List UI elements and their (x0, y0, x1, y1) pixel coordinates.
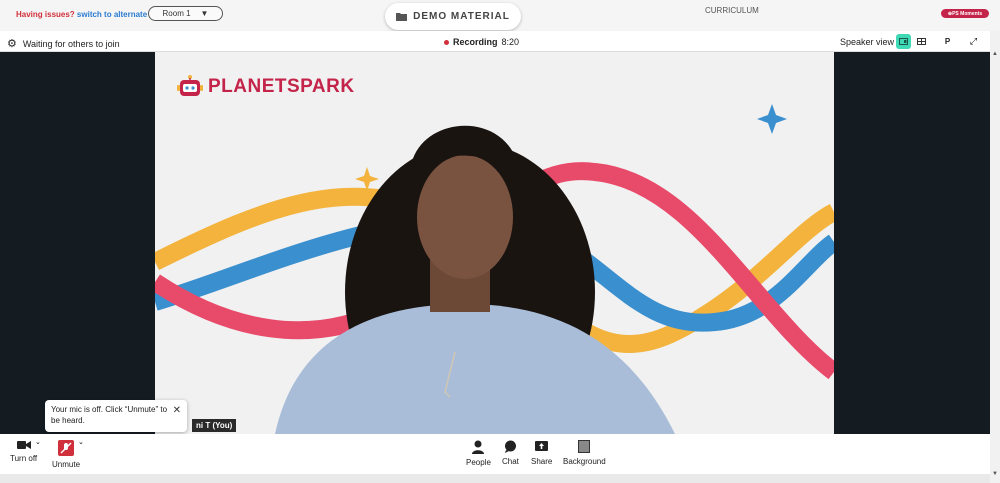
gear-icon[interactable]: ⚙ (7, 37, 17, 50)
folder-icon (396, 13, 408, 21)
toast-message: Your mic is off. Click “Unmute” to be he… (51, 405, 168, 425)
speaker-view-button[interactable] (896, 34, 911, 49)
background-button[interactable]: Background (563, 440, 606, 466)
chevron-down-icon: ▼ (200, 9, 209, 18)
camera-icon (16, 441, 31, 449)
background-waves (155, 104, 834, 434)
scroll-up-icon[interactable]: ▲ (992, 51, 998, 57)
video-options-chevron-icon[interactable]: ⌄ (35, 438, 41, 446)
video-toggle-button[interactable]: Turn off (10, 440, 37, 463)
share-label: Share (531, 457, 553, 466)
speaker-view-icon (899, 38, 908, 45)
video-toggle-label: Turn off (10, 454, 38, 463)
speaker-view-label: Speaker view (840, 37, 895, 47)
call-status-bar: ⚙ Waiting for others to join Recording 8… (0, 31, 990, 52)
people-label: People (466, 458, 491, 467)
expand-icon: ⤢ (969, 36, 978, 46)
waiting-status: ⚙ Waiting for others to join (7, 37, 120, 50)
bottom-edge (0, 474, 990, 483)
ps-moments-badge[interactable]: ⊕ PS Moments (941, 9, 989, 18)
recording-label: Recording (453, 37, 498, 47)
demo-material-label: DEMO MATERIAL (413, 11, 510, 22)
sparkle-yellow-icon (355, 167, 379, 191)
planetspark-logo: PLANETSPARK (177, 74, 355, 100)
participant-video: PLANETSPARK (155, 52, 834, 434)
curriculum-link[interactable]: CURRICULUM (705, 6, 759, 15)
share-button[interactable]: Share (531, 440, 552, 466)
recording-dot-icon (444, 39, 449, 45)
issues-notice: Having issues? switch to alternate room (16, 10, 169, 19)
mic-options-chevron-icon[interactable]: ⌄ (78, 438, 84, 446)
participant-name-tag: ni T (You) (192, 419, 237, 432)
demo-material-button[interactable]: DEMO MATERIAL (385, 3, 521, 30)
mic-muted-icon (58, 440, 74, 456)
fullscreen-button[interactable]: ⤢ (966, 34, 981, 49)
background-icon (578, 440, 591, 453)
scroll-down-icon[interactable]: ▼ (992, 471, 998, 477)
issues-text: Having issues? (16, 10, 75, 19)
unmute-button[interactable]: Unmute (52, 440, 80, 469)
moments-label: PS Moments (952, 10, 983, 17)
robot-logo-icon (177, 75, 203, 96)
video-stage: PLANETSPARK ni T (You) (0, 52, 990, 434)
grid-view-button[interactable] (914, 34, 929, 49)
room-select[interactable]: Room 1 ▼ (148, 6, 223, 21)
waiting-text: Waiting for others to join (22, 38, 120, 49)
chat-button[interactable]: Chat (502, 440, 519, 466)
call-controls: Turn off ⌄ Unmute ⌄ People Chat Share Ba… (0, 434, 990, 474)
close-icon[interactable]: ✕ (173, 404, 181, 418)
scrollbar[interactable]: ▲ ▼ (990, 31, 1000, 483)
share-screen-icon (535, 441, 549, 451)
people-button[interactable]: People (466, 440, 491, 467)
chat-label: Chat (502, 457, 519, 466)
room-select-value: Room 1 (162, 9, 191, 18)
background-label: Background (563, 457, 606, 466)
mic-off-toast: Your mic is off. Click “Unmute” to be he… (45, 400, 187, 432)
participant-avatar-button[interactable]: P (940, 34, 955, 49)
logo-text: PLANETSPARK (208, 76, 355, 97)
sparkle-blue-icon (757, 104, 787, 134)
chat-icon (504, 440, 516, 453)
people-icon (472, 440, 485, 454)
top-bar: Having issues? switch to alternate room … (0, 0, 1000, 30)
recording-indicator: Recording 8:20 (444, 37, 519, 47)
recording-time: 8:20 (501, 37, 520, 47)
grid-icon (917, 38, 926, 45)
unmute-label: Unmute (52, 460, 81, 469)
